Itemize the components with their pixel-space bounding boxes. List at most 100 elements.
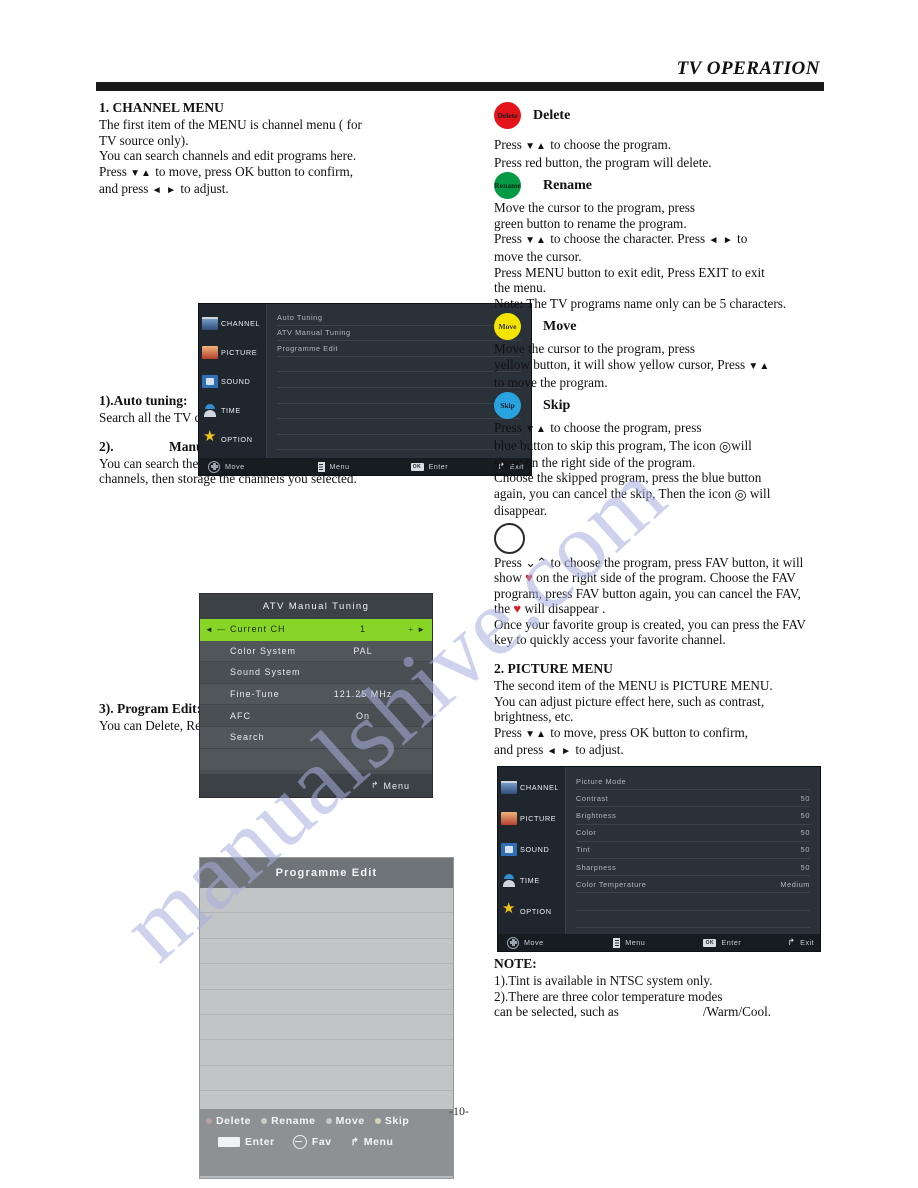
- footer-label: Fav: [311, 1136, 332, 1148]
- left-arrow-icon[interactable]: ◄ —: [205, 625, 226, 634]
- picture-icon: [501, 812, 517, 825]
- sidebar-item-channel[interactable]: CHANNEL: [199, 309, 266, 338]
- move-key-row: Move Move: [494, 313, 826, 341]
- programme-edit-list: [200, 888, 453, 1117]
- right-arrow-icon[interactable]: ÷ ►: [408, 625, 426, 634]
- osd-menu-row: [277, 435, 521, 451]
- channel-osd-screenshot: CHANNEL PICTURE SOUND TIME ★ OPTION Auto…: [198, 303, 532, 476]
- channel-menu-body: The first item of the MENU is channel me…: [99, 117, 362, 197]
- picture-icon: [202, 346, 218, 359]
- page-header: TV OPERATION: [96, 58, 824, 91]
- ok-icon: OK: [703, 938, 717, 947]
- sidebar-item-option[interactable]: OPTION: [199, 425, 266, 454]
- fav-key-row: [494, 522, 826, 554]
- osd-footer-label: Move: [225, 462, 245, 471]
- sidebar-item-time[interactable]: TIME: [498, 865, 565, 896]
- red-button-icon: Delete: [494, 102, 521, 129]
- move-heading: Move: [543, 318, 577, 334]
- exit-icon: ↰: [349, 1136, 359, 1148]
- osd-footer-enter[interactable]: OK Enter: [402, 462, 488, 471]
- channel-menu-heading: 1. CHANNEL MENU: [99, 100, 224, 115]
- menu-icon: [317, 461, 325, 472]
- heart-icon: ♥: [525, 570, 533, 586]
- osd-row-label: ATV Manual Tuning: [277, 328, 351, 338]
- footer-fav-button[interactable]: Fav: [292, 1135, 332, 1149]
- note-line-2c: /Warm/Cool.: [702, 1004, 772, 1020]
- osd-footer-label: Menu: [329, 462, 350, 471]
- sidebar-item-label: CHANNEL: [221, 319, 261, 328]
- atv-row-fine-tune[interactable]: Fine-Tune 121.25 MHz: [200, 683, 432, 706]
- atv-row-value: On: [355, 710, 370, 721]
- osd-menu-row[interactable]: ATV Manual Tuning: [277, 326, 521, 342]
- atv-row-current-ch[interactable]: ◄ — Current CH 1 ÷ ►: [200, 619, 432, 641]
- sidebar-item-label: SOUND: [520, 845, 550, 854]
- sidebar-item-time[interactable]: TIME: [199, 396, 266, 425]
- osd-menu-row-color-temperature[interactable]: Color Temperature Medium: [576, 876, 810, 894]
- atv-footer[interactable]: ↰ Menu: [200, 774, 432, 797]
- osd-menu-row-tint[interactable]: Tint 50: [576, 842, 810, 859]
- sidebar-item-label: TIME: [221, 406, 241, 415]
- osd-menu-row: [277, 419, 521, 435]
- osd-row-label: Tint: [576, 845, 591, 855]
- osd-sidebar: CHANNEL PICTURE SOUND TIME ★ OPTION: [199, 304, 267, 458]
- atv-title: ATV Manual Tuning: [200, 594, 432, 619]
- sidebar-item-picture[interactable]: PICTURE: [199, 338, 266, 367]
- osd-menu-row: [277, 357, 521, 373]
- osd-menu-row-brightness[interactable]: Brightness 50: [576, 807, 810, 825]
- osd-menu-row-contrast[interactable]: Contrast 50: [576, 790, 810, 808]
- page-number: -10-: [449, 1104, 469, 1118]
- osd-menu-row-picture-mode[interactable]: Picture Mode: [576, 773, 810, 791]
- footer-menu-button[interactable]: ↰ Menu: [350, 1136, 394, 1148]
- atv-row-color-system[interactable]: Color System PAL: [200, 640, 432, 663]
- osd-menu-row-sharpness[interactable]: Sharpness 50: [576, 859, 810, 877]
- osd-footer-menu[interactable]: Menu: [604, 937, 694, 948]
- sidebar-item-label: OPTION: [221, 435, 253, 444]
- sidebar-item-label: OPTION: [520, 907, 552, 916]
- osd-menu-row: [576, 893, 810, 911]
- list-item[interactable]: [200, 939, 453, 965]
- time-icon: [202, 404, 218, 417]
- osd-menu-row: [277, 404, 521, 420]
- osd-footer-exit[interactable]: ↰ Exit: [778, 937, 814, 948]
- list-item[interactable]: [200, 1066, 453, 1092]
- sidebar-item-picture[interactable]: PICTURE: [498, 803, 565, 834]
- fav-body-line3: will disappear .: [524, 601, 606, 617]
- footer-enter-button[interactable]: Enter: [218, 1136, 275, 1148]
- sidebar-item-sound[interactable]: SOUND: [498, 834, 565, 865]
- list-item[interactable]: [200, 990, 453, 1015]
- list-item[interactable]: [200, 913, 453, 939]
- atv-row-search[interactable]: Search: [200, 726, 432, 749]
- atv-blank-row: [200, 748, 432, 771]
- list-item[interactable]: [200, 1015, 453, 1041]
- osd-footer-enter[interactable]: OK Enter: [694, 938, 778, 947]
- atv-footer-label: Menu: [383, 780, 410, 791]
- atv-row-value: 121.25 MHz: [333, 689, 393, 700]
- note-heading: NOTE:: [494, 956, 537, 972]
- sidebar-item-channel[interactable]: CHANNEL: [498, 772, 565, 803]
- atv-row-sound-system[interactable]: Sound System: [200, 662, 432, 684]
- osd-footer-menu[interactable]: Menu: [309, 461, 402, 472]
- list-item[interactable]: [200, 964, 453, 990]
- atv-row-afc[interactable]: AFC On: [200, 705, 432, 727]
- manual-page: manualshive.com TV OPERATION 1. CHANNEL …: [0, 0, 918, 1188]
- sound-icon: [501, 843, 517, 856]
- sidebar-item-option[interactable]: OPTION: [498, 896, 565, 927]
- delete-key-row: Delete Delete: [494, 102, 826, 129]
- skip-symbol-icon: ◎: [719, 439, 732, 455]
- list-item[interactable]: [200, 1040, 453, 1066]
- fav-body-line4: Once your favorite group is created, you…: [494, 616, 806, 648]
- key-icon: [218, 1137, 240, 1147]
- footer-label: Menu: [363, 1136, 394, 1148]
- osd-menu-row[interactable]: Auto Tuning: [277, 310, 521, 326]
- osd-row-value: 50: [800, 810, 810, 820]
- osd-footer-move[interactable]: Move: [498, 936, 604, 949]
- osd-menu-row-color[interactable]: Color 50: [576, 825, 810, 842]
- channel-icon: [501, 781, 517, 794]
- osd-row-label: Contrast: [576, 793, 609, 803]
- sidebar-item-sound[interactable]: SOUND: [199, 367, 266, 396]
- list-item[interactable]: [200, 888, 453, 914]
- osd-footer-label: Move: [524, 938, 544, 947]
- osd-footer-move[interactable]: Move: [199, 460, 309, 473]
- osd-menu-row[interactable]: Programme Edit: [277, 341, 521, 357]
- atv-row-value: PAL: [353, 645, 373, 656]
